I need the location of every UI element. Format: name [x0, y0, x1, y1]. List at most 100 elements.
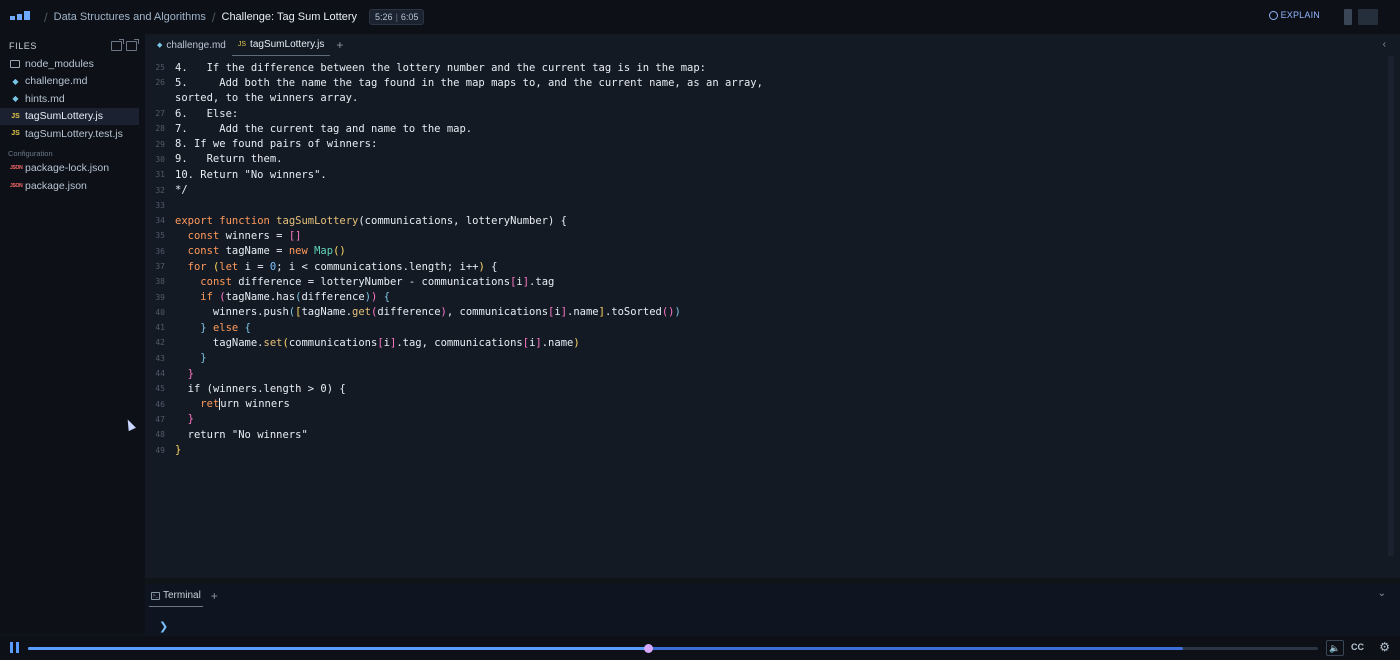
played-bar [28, 647, 649, 650]
code-line: const tagName = new Map() [187, 245, 346, 258]
line-number: 31 [155, 170, 165, 180]
avatar[interactable] [1358, 9, 1378, 25]
pause-button[interactable] [10, 642, 20, 653]
line-number: 40 [155, 307, 165, 317]
markdown-icon: ◆ [157, 42, 163, 49]
line-number: 27 [155, 109, 165, 119]
code-params: (communications, lotteryNumber) { [358, 214, 567, 227]
explain-label: EXPLAIN [1280, 10, 1320, 20]
file-label: node_modules [25, 57, 94, 70]
folder-icon [10, 59, 20, 68]
cc-button[interactable]: CC [1351, 642, 1364, 652]
breadcrumb-course[interactable]: Data Structures and Algorithms [54, 11, 206, 23]
terminal-tabs: >_ Terminal + [145, 584, 1400, 608]
code-editor: ◆ challenge.md JS tagSumLottery.js + ‹ 2… [145, 34, 1400, 578]
file-explorer: FILES node_modules ◆ challenge.md ◆ hint… [0, 34, 145, 634]
code-line: sorted, to the winners array. [175, 92, 359, 105]
js-icon: JS [11, 130, 20, 138]
code-line: 9. Return them. [175, 153, 283, 166]
breadcrumb-separator: / [211, 9, 216, 25]
file-item-package-json[interactable]: JSON package.json [0, 177, 145, 195]
code-line: } [187, 413, 194, 426]
code-line: winners.push([tagName.get(difference), c… [175, 306, 681, 319]
code-line: } [175, 444, 182, 457]
line-number: 33 [155, 200, 165, 210]
top-bar: / Data Structures and Algorithms / Chall… [0, 0, 1400, 34]
file-item-node-modules[interactable]: node_modules [0, 55, 145, 73]
code-line: if (tagName.has(difference)) { [200, 291, 391, 304]
gear-icon[interactable]: ⚙ [1379, 640, 1390, 654]
explain-button[interactable]: EXPLAIN [1268, 10, 1320, 20]
code-line: 7. Add the current tag and name to the m… [175, 122, 473, 135]
editor-scrollbar[interactable] [1388, 56, 1394, 556]
markdown-icon: ◆ [12, 94, 19, 104]
code-line: } [187, 367, 194, 380]
line-number: 37 [155, 262, 165, 271]
volume-icon[interactable]: 🔈 [1326, 640, 1344, 656]
code-line: } else { [200, 321, 251, 334]
line-number: 30 [155, 154, 165, 164]
line-number: 47 [155, 414, 165, 424]
files-title: FILES [9, 41, 38, 51]
code-line: tagName.set(communications[i].tag, commu… [175, 336, 580, 349]
file-item-tagsumlottery-js[interactable]: JS tagSumLottery.js [0, 107, 139, 125]
add-tab-button[interactable]: + [336, 38, 343, 52]
file-item-tagsumlottery-test-js[interactable]: JS tagSumLottery.test.js [0, 125, 145, 143]
layout-toggle-button[interactable] [1344, 9, 1352, 25]
code-line: const difference = lotteryNumber - commu… [200, 275, 555, 288]
file-item-hints-md[interactable]: ◆ hints.md [0, 90, 145, 108]
tab-challenge-md[interactable]: ◆ challenge.md [151, 34, 232, 56]
code-line: return "No winners" [187, 428, 308, 441]
code-line: for (let i = 0; i < communications.lengt… [187, 260, 498, 273]
line-number: 28 [155, 124, 165, 134]
line-number: 36 [155, 246, 165, 256]
code-line: } [200, 352, 207, 365]
editor-tabs: ◆ challenge.md JS tagSumLottery.js + [145, 34, 1400, 56]
code-keyword: ret [200, 398, 220, 411]
terminal-icon: >_ [151, 591, 160, 600]
line-number: 35 [155, 231, 165, 241]
tab-label: tagSumLottery.js [250, 39, 325, 50]
app-logo-icon[interactable] [10, 11, 32, 23]
code-area[interactable]: 25 4. If the difference between the lotte… [145, 60, 1385, 458]
progress-knob[interactable] [644, 644, 654, 653]
line-number: 26 [155, 78, 165, 88]
json-icon: JSON [10, 182, 23, 189]
json-icon: JSON [10, 165, 23, 172]
explain-icon [1268, 10, 1278, 20]
add-terminal-button[interactable]: + [211, 589, 218, 603]
line-number: 25 [155, 63, 165, 73]
file-item-challenge-md[interactable]: ◆ challenge.md [0, 73, 145, 91]
breadcrumb-challenge: Challenge: Tag Sum Lottery [221, 11, 358, 23]
new-file-icon[interactable] [111, 39, 124, 51]
line-number: 46 [155, 399, 165, 409]
js-icon: JS [237, 41, 247, 48]
chevron-right-icon[interactable]: ‹ [1383, 39, 1386, 50]
breadcrumb-separator: / [44, 9, 48, 25]
file-label: tagSumLottery.js [25, 110, 104, 123]
line-number: 29 [155, 139, 165, 149]
code-line: urn winners [220, 398, 290, 411]
tab-tagsumlottery-js[interactable]: JS tagSumLottery.js [231, 34, 331, 56]
time-current: 5:26 [375, 12, 393, 22]
tab-terminal[interactable]: >_ Terminal [149, 585, 203, 607]
code-keyword: export [175, 214, 213, 227]
configuration-section-label: Configuration [8, 148, 53, 158]
file-label: package-lock.json [25, 162, 110, 175]
progress-track[interactable] [28, 644, 1318, 653]
file-item-package-lock-json[interactable]: JSON package-lock.json [0, 160, 145, 178]
terminal-prompt[interactable]: ❯ [159, 620, 168, 633]
tab-label: Terminal [163, 590, 201, 601]
code-line: 6. Else: [175, 107, 239, 120]
line-number: 39 [155, 292, 165, 302]
file-label: package.json [25, 179, 87, 192]
line-number: 38 [155, 277, 165, 287]
chevron-down-icon[interactable]: ⌄ [1378, 588, 1386, 599]
file-label: challenge.md [25, 75, 88, 88]
code-keyword: function [219, 214, 270, 227]
line-number: 45 [155, 384, 165, 394]
line-number: 43 [155, 353, 165, 363]
new-folder-icon[interactable] [126, 39, 139, 51]
player-bar: 🔈 CC ⚙ [0, 636, 1400, 660]
code-line: 5. Add both the name the tag found in th… [175, 76, 763, 89]
